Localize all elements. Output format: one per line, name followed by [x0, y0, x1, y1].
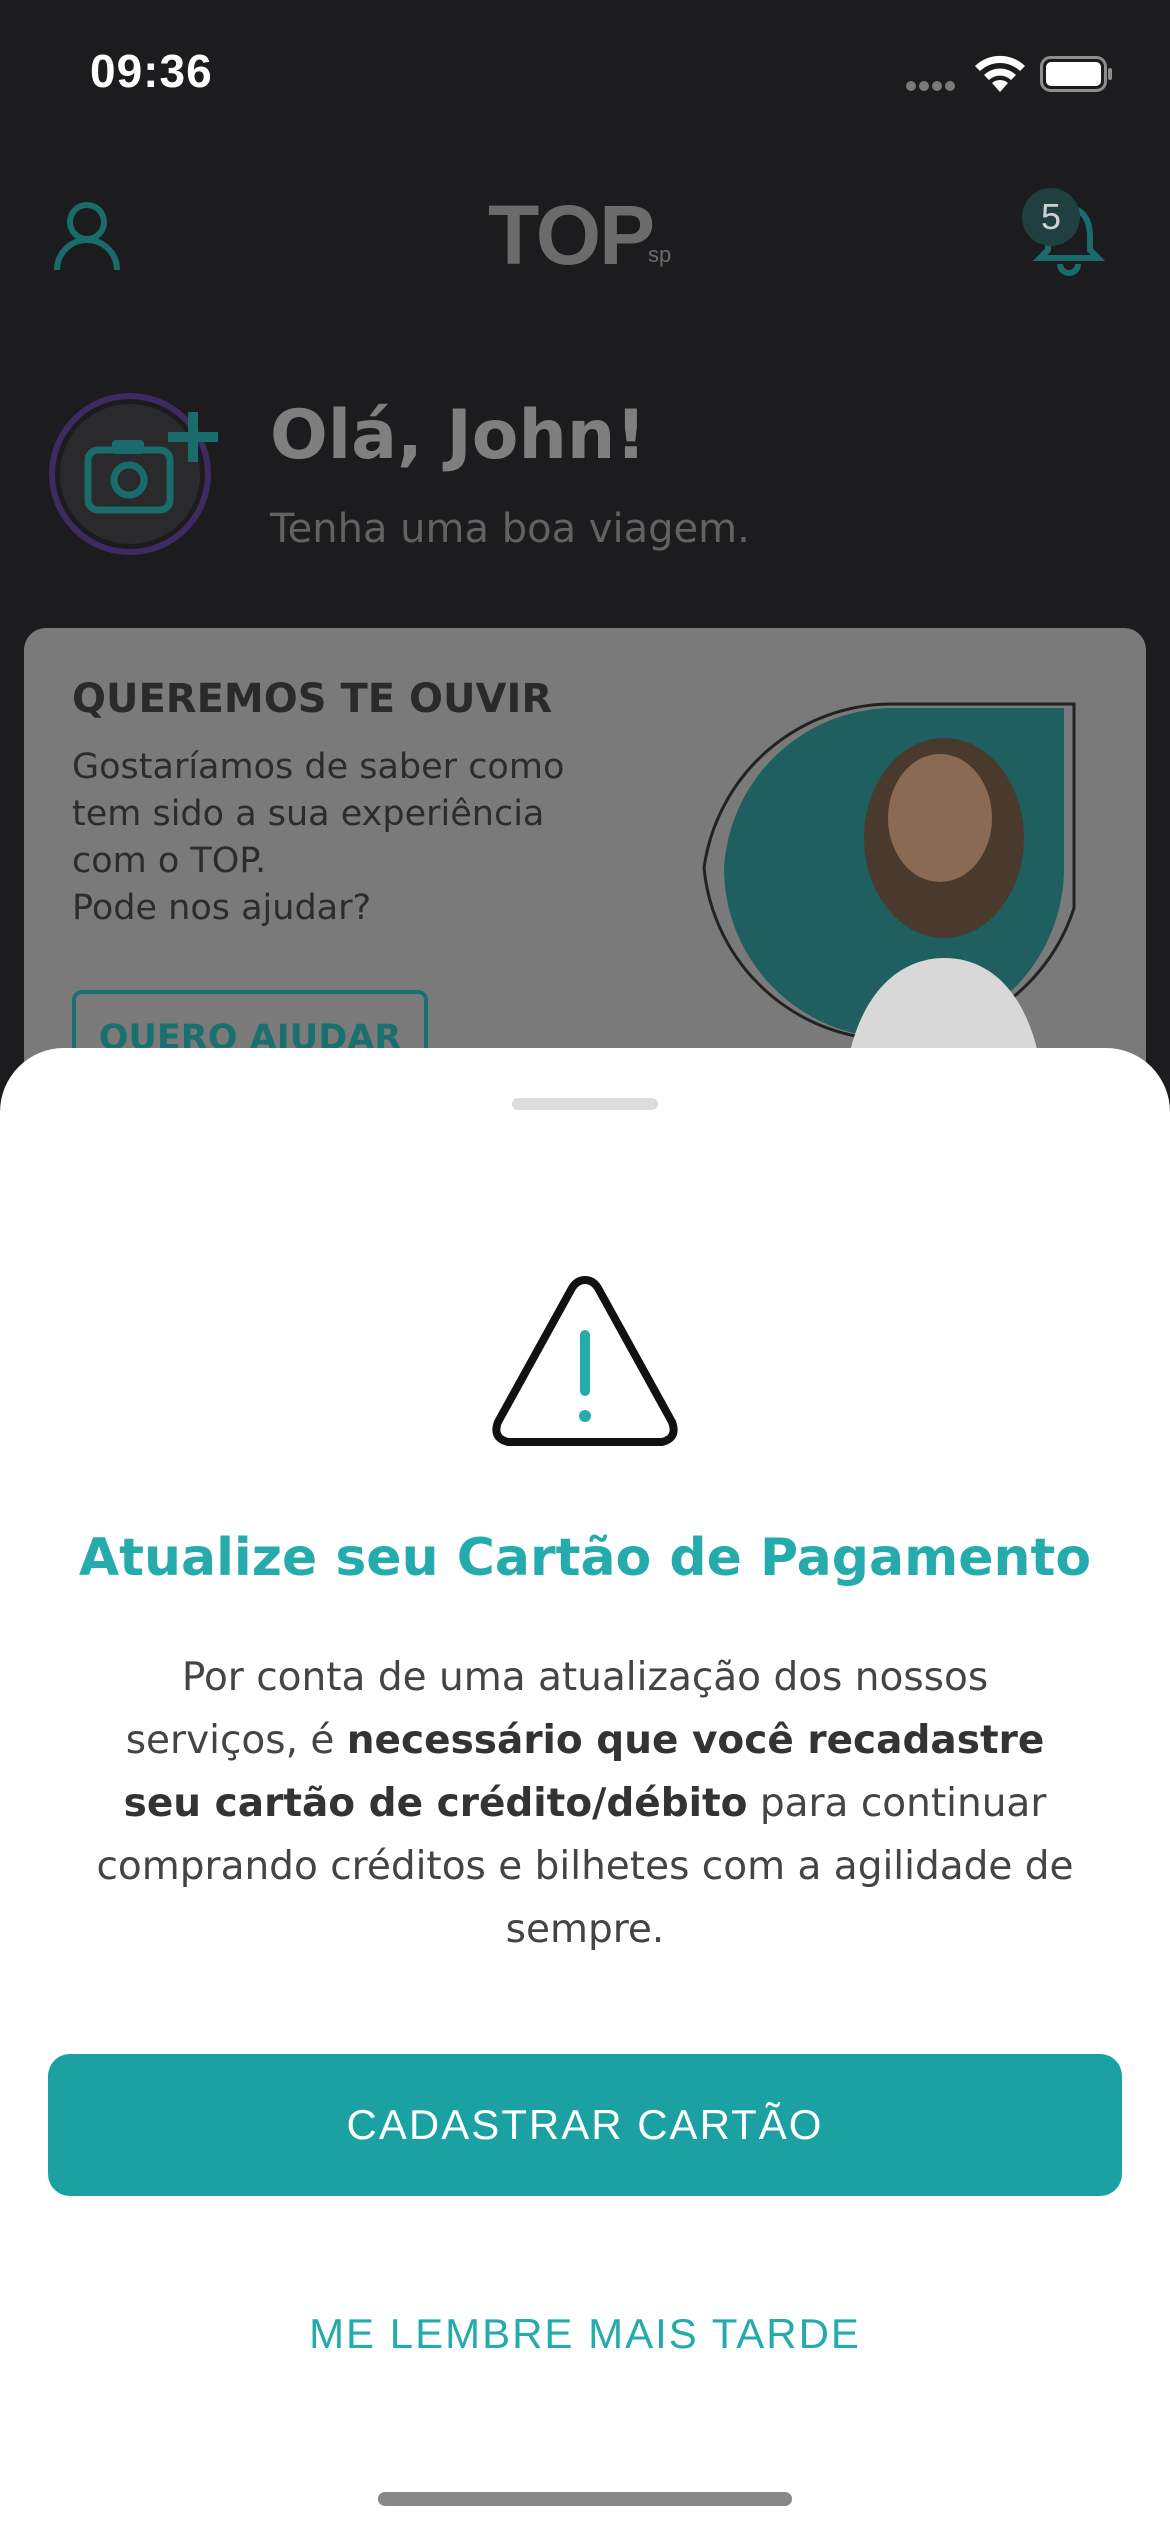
notifications-button[interactable]: 5	[1020, 188, 1120, 278]
greeting-title: Olá, John!	[270, 396, 647, 475]
register-card-button[interactable]: CADASTRAR CARTÃO	[48, 2054, 1122, 2196]
add-photo-icon	[49, 393, 218, 555]
avatar[interactable]	[48, 392, 228, 562]
profile-icon[interactable]	[52, 200, 122, 274]
wifi-icon	[975, 55, 1025, 92]
status-time: 09:36	[90, 45, 213, 97]
home-indicator	[378, 2492, 792, 2506]
greeting-subtitle: Tenha uma boa viagem.	[270, 506, 750, 552]
battery-icon	[1040, 56, 1112, 92]
sheet-body: Por conta de uma atualização dos nossos …	[90, 1646, 1080, 1961]
notification-badge: 5	[1022, 188, 1080, 246]
logo-sub: sp	[648, 242, 672, 267]
survey-title: QUEREMOS TE OUVIR	[72, 676, 553, 722]
logo-text: TOP	[488, 188, 655, 282]
sheet-grabber[interactable]	[512, 1098, 658, 1110]
survey-text: Gostaríamos de saber como tem sido a sua…	[72, 747, 565, 928]
warning-icon	[492, 1276, 678, 1446]
app-logo: TOP sp	[488, 190, 688, 280]
status-bar: 09:36	[0, 0, 1170, 140]
remind-later-button[interactable]: ME LEMBRE MAIS TARDE	[0, 2294, 1170, 2374]
sheet-title: Atualize seu Cartão de Pagamento	[78, 1528, 1092, 1588]
signal-icon	[906, 81, 955, 91]
update-card-sheet: Atualize seu Cartão de Pagamento Por con…	[0, 1048, 1170, 2532]
survey-illustration	[702, 702, 1076, 1088]
